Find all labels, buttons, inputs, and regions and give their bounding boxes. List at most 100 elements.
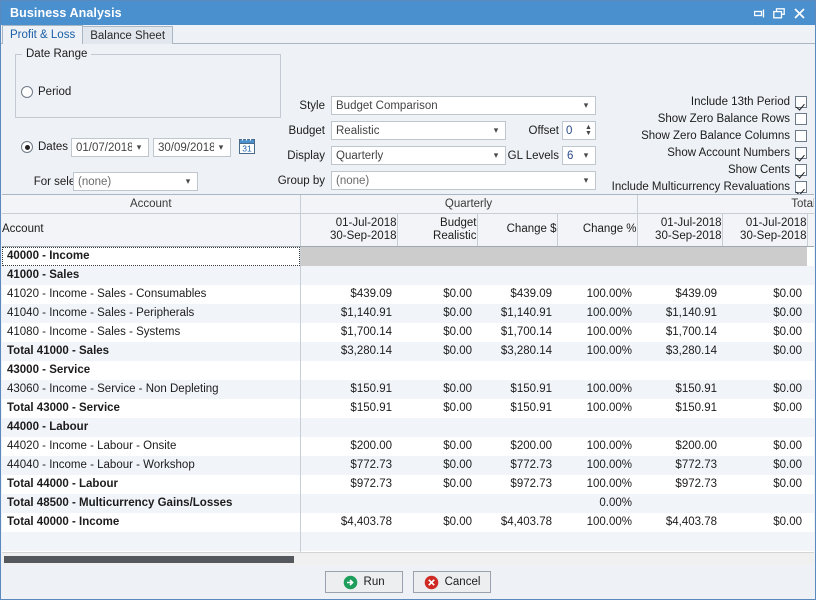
table-row[interactable]: 41080 - Income - Sales - Systems$1,700.1… xyxy=(2,323,814,342)
radio-dates[interactable]: Dates xyxy=(21,141,68,153)
row-filler-cell xyxy=(807,418,814,437)
group-header-account[interactable]: Account xyxy=(2,195,300,213)
row-value-cell: $4,403.78 xyxy=(637,513,722,532)
column-header-total-budget[interactable]: 01-Jul-2018 30-Sep-2018 xyxy=(722,213,807,246)
radio-period[interactable]: Period xyxy=(21,86,71,98)
column-header-account[interactable]: Account xyxy=(2,213,300,246)
row-value-cell: $150.91 xyxy=(477,380,557,399)
row-filler-cell xyxy=(807,247,814,266)
run-button[interactable]: Run xyxy=(325,571,403,593)
row-value-cell xyxy=(477,532,557,551)
display-combo[interactable]: Quarterly ▾ xyxy=(331,146,506,165)
table-row[interactable]: Total 40000 - Income$4,403.78$0.00$4,403… xyxy=(2,513,814,532)
checkbox-label: Show Cents xyxy=(728,164,790,176)
table-row[interactable]: 43000 - Service xyxy=(2,361,814,380)
row-account-label: 44020 - Income - Labour - Onsite xyxy=(2,437,300,456)
checkbox-indicator xyxy=(795,96,807,108)
tab-profit-and-loss[interactable]: Profit & Loss xyxy=(2,25,83,44)
row-value-cell: $0.00 xyxy=(397,380,477,399)
date-to-combo[interactable]: 30/09/2018 ▾ xyxy=(153,138,231,157)
horizontal-scrollbar[interactable] xyxy=(2,552,814,565)
row-value-cell: $3,280.14 xyxy=(637,342,722,361)
table-row[interactable]: Total 41000 - Sales$3,280.14$0.00$3,280.… xyxy=(2,342,814,361)
table-row[interactable]: 41040 - Income - Sales - Peripherals$1,1… xyxy=(2,304,814,323)
group-header-total[interactable]: Total xyxy=(637,195,814,213)
table-row[interactable] xyxy=(2,532,814,551)
table-row[interactable]: 41000 - Sales xyxy=(2,266,814,285)
row-filler-cell xyxy=(807,513,814,532)
row-value-cell xyxy=(397,551,477,553)
row-value-cell: $0.00 xyxy=(397,323,477,342)
grid-rows-viewport[interactable]: 40000 - Income41000 - Sales41020 - Incom… xyxy=(2,247,814,553)
table-row[interactable]: Total 44000 - Labour$972.73$0.00$972.731… xyxy=(2,475,814,494)
tab-balance-sheet[interactable]: Balance Sheet xyxy=(82,26,173,44)
row-value-cell: $200.00 xyxy=(300,437,397,456)
column-header-total-actual[interactable]: 01-Jul-2018 30-Sep-2018 xyxy=(637,213,722,246)
table-row[interactable]: Total 48500 - Multicurrency Gains/Losses… xyxy=(2,494,814,513)
column-header-change-percent[interactable]: Change % xyxy=(557,213,637,246)
row-filler-cell xyxy=(807,285,814,304)
row-account-label: 41040 - Income - Sales - Peripherals xyxy=(2,304,300,323)
table-row[interactable]: 43060 - Income - Service - Non Depleting… xyxy=(2,380,814,399)
table-row[interactable]: Total 43000 - Service$150.91$0.00$150.91… xyxy=(2,399,814,418)
column-header-filler xyxy=(807,213,814,246)
row-value-cell xyxy=(397,418,477,437)
row-value-cell: 100.00% xyxy=(557,456,637,475)
group-header-quarterly[interactable]: Quarterly xyxy=(300,195,637,213)
checkbox-include-multicurrency-revaluations[interactable]: Include Multicurrency Revaluations xyxy=(507,181,807,193)
row-value-cell xyxy=(557,418,637,437)
column-header-quarterly-actual[interactable]: 01-Jul-2018 30-Sep-2018 xyxy=(300,213,397,246)
pin-icon[interactable] xyxy=(749,4,769,22)
row-filler-cell xyxy=(807,266,814,285)
row-account-label: 43000 - Service xyxy=(2,361,300,380)
checkbox-include-13th-period[interactable]: Include 13th Period xyxy=(557,96,807,108)
checkbox-show-zero-balance-columns[interactable]: Show Zero Balance Columns xyxy=(547,130,807,142)
row-value-cell xyxy=(637,247,722,266)
row-value-cell xyxy=(557,532,637,551)
checkbox-show-account-numbers[interactable]: Show Account Numbers xyxy=(557,147,807,159)
table-row[interactable]: 44000 - Labour xyxy=(2,418,814,437)
checkbox-show-cents[interactable]: Show Cents xyxy=(557,164,807,176)
row-value-cell: $150.91 xyxy=(300,399,397,418)
grid-group-header-row: Account Quarterly Total xyxy=(2,195,814,213)
restore-icon[interactable] xyxy=(769,4,789,22)
row-value-cell xyxy=(637,361,722,380)
table-row[interactable]: 44040 - Income - Labour - Workshop$772.7… xyxy=(2,456,814,475)
row-value-cell xyxy=(557,551,637,553)
row-value-cell: $972.73 xyxy=(477,475,557,494)
group-by-label: Group by xyxy=(237,175,325,187)
checkbox-label: Include Multicurrency Revaluations xyxy=(612,181,790,193)
table-row[interactable] xyxy=(2,551,814,553)
column-header-line1: Budget xyxy=(398,217,477,230)
date-from-combo[interactable]: 01/07/2018 ▾ xyxy=(71,138,149,157)
tab-strip: Profit & Loss Balance Sheet xyxy=(1,25,815,44)
budget-combo[interactable]: Realistic ▾ xyxy=(331,121,506,140)
scrollbar-thumb[interactable] xyxy=(4,556,294,563)
column-header-budget[interactable]: Budget Realistic xyxy=(397,213,477,246)
close-icon[interactable] xyxy=(789,4,809,22)
checkbox-show-zero-balance-rows[interactable]: Show Zero Balance Rows xyxy=(557,113,807,125)
row-value-cell: 100.00% xyxy=(557,304,637,323)
title-bar: Business Analysis xyxy=(1,1,815,25)
checkbox-indicator xyxy=(795,147,807,159)
date-to-value: 30/09/2018 xyxy=(158,142,214,154)
row-filler-cell xyxy=(807,380,814,399)
row-value-cell xyxy=(637,266,722,285)
row-value-cell: $439.09 xyxy=(637,285,722,304)
row-value-cell: $0.00 xyxy=(722,380,807,399)
column-header-line2: Realistic xyxy=(398,230,477,243)
for-selected-combo[interactable]: (none) ▾ xyxy=(73,172,198,191)
table-row[interactable]: 40000 - Income xyxy=(2,247,814,266)
row-value-cell xyxy=(477,494,557,513)
column-header-line1: 01-Jul-2018 xyxy=(723,217,807,230)
row-value-cell: 0.00% xyxy=(557,494,637,513)
table-row[interactable]: 44020 - Income - Labour - Onsite$200.00$… xyxy=(2,437,814,456)
table-row[interactable]: 41020 - Income - Sales - Consumables$439… xyxy=(2,285,814,304)
cancel-button[interactable]: Cancel xyxy=(413,571,492,593)
row-value-cell: $0.00 xyxy=(722,304,807,323)
row-account-label: 43060 - Income - Service - Non Depleting xyxy=(2,380,300,399)
column-header-change-dollar[interactable]: Change $ xyxy=(477,213,557,246)
grid-column-header-row: Account 01-Jul-2018 30-Sep-2018 Budget R… xyxy=(2,213,814,246)
row-filler-cell xyxy=(807,323,814,342)
column-header-line2: 30-Sep-2018 xyxy=(723,230,807,243)
